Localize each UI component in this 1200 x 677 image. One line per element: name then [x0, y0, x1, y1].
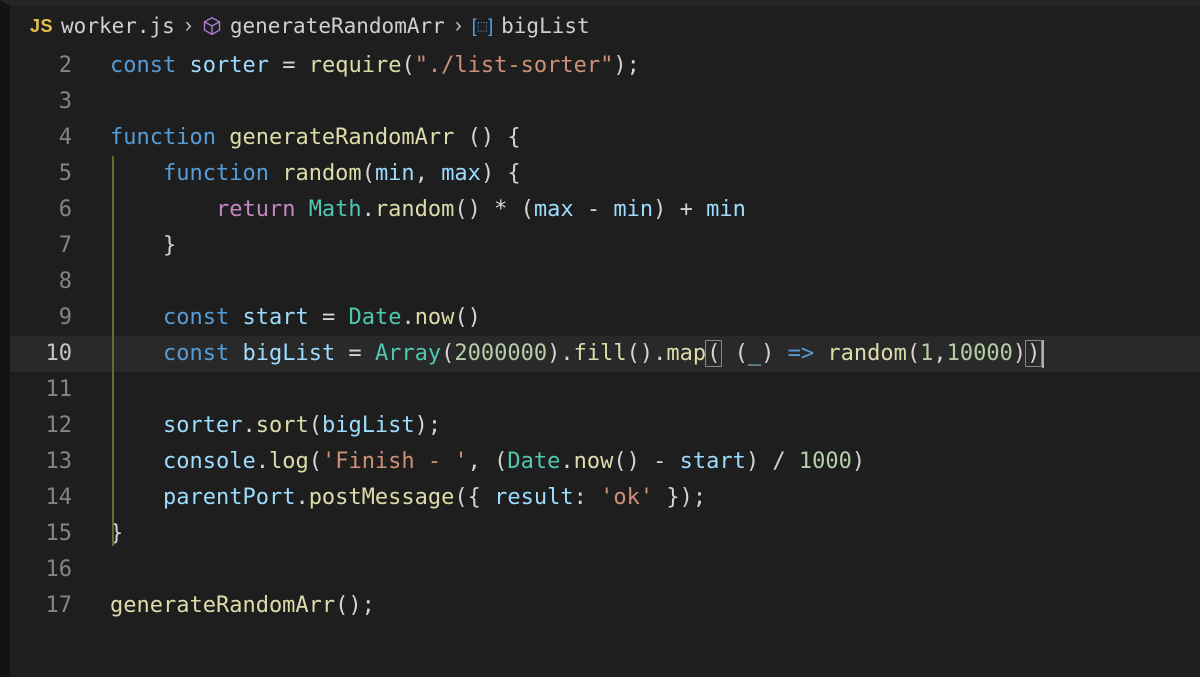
code-line[interactable]: 9 const start = Date.now() [10, 300, 1200, 336]
line-number[interactable]: 16 [10, 552, 90, 588]
code-line[interactable]: 6 return Math.random() * (max - min) + m… [10, 192, 1200, 228]
text-cursor [1042, 340, 1044, 368]
line-number[interactable]: 2 [10, 48, 90, 84]
chevron-right-icon: › [455, 14, 462, 38]
code-content[interactable]: function random(min, max) { [90, 156, 1200, 192]
line-number[interactable]: 17 [10, 588, 90, 624]
code-line[interactable]: 15} [10, 516, 1200, 552]
line-number[interactable]: 5 [10, 156, 90, 192]
line-number[interactable]: 14 [10, 480, 90, 516]
breadcrumb-file[interactable]: worker.js [61, 14, 175, 38]
code-line[interactable]: 13 console.log('Finish - ', (Date.now() … [10, 444, 1200, 480]
code-content[interactable]: const bigList = Array(2000000).fill().ma… [90, 336, 1200, 372]
indent-guide [112, 156, 114, 546]
code-content[interactable]: return Math.random() * (max - min) + min [90, 192, 1200, 228]
breadcrumb-symbol-variable[interactable]: [⬚] bigList [472, 14, 590, 38]
code-line[interactable]: 7 } [10, 228, 1200, 264]
code-editor[interactable]: 2const sorter = require("./list-sorter")… [10, 48, 1200, 677]
line-number[interactable]: 6 [10, 192, 90, 228]
code-line[interactable]: 17generateRandomArr(); [10, 588, 1200, 624]
code-line[interactable]: 2const sorter = require("./list-sorter")… [10, 48, 1200, 84]
line-number[interactable]: 3 [10, 84, 90, 120]
code-content[interactable]: console.log('Finish - ', (Date.now() - s… [90, 444, 1200, 480]
line-number[interactable]: 10 [10, 336, 90, 372]
chevron-right-icon: › [185, 14, 192, 38]
line-number[interactable]: 4 [10, 120, 90, 156]
code-line[interactable]: 14 parentPort.postMessage({ result: 'ok'… [10, 480, 1200, 516]
code-line[interactable]: 11 [10, 372, 1200, 408]
code-line[interactable]: 12 sorter.sort(bigList); [10, 408, 1200, 444]
line-number[interactable]: 8 [10, 264, 90, 300]
code-line[interactable]: 4function generateRandomArr () { [10, 120, 1200, 156]
line-number[interactable]: 7 [10, 228, 90, 264]
breadcrumb-symbol-function[interactable]: generateRandomArr [202, 14, 445, 38]
code-content[interactable]: function generateRandomArr () { [90, 120, 1200, 156]
code-content[interactable]: generateRandomArr(); [90, 588, 1200, 624]
line-number[interactable]: 13 [10, 444, 90, 480]
code-content[interactable]: parentPort.postMessage({ result: 'ok' })… [90, 480, 1200, 516]
line-number[interactable]: 11 [10, 372, 90, 408]
code-content[interactable]: const sorter = require("./list-sorter"); [90, 48, 1200, 84]
code-line[interactable]: 3 [10, 84, 1200, 120]
code-content[interactable]: } [90, 516, 1200, 552]
line-number[interactable]: 15 [10, 516, 90, 552]
variable-icon: [⬚] [472, 16, 493, 37]
function-icon [202, 16, 222, 36]
js-file-icon: JS [30, 16, 53, 37]
code-line[interactable]: 8 [10, 264, 1200, 300]
line-number[interactable]: 12 [10, 408, 90, 444]
code-content[interactable]: } [90, 228, 1200, 264]
code-line[interactable]: 5 function random(min, max) { [10, 156, 1200, 192]
breadcrumb[interactable]: JS worker.js › generateRandomArr › [⬚] b… [10, 6, 1200, 48]
line-number[interactable]: 9 [10, 300, 90, 336]
code-line[interactable]: 16 [10, 552, 1200, 588]
code-content[interactable]: const start = Date.now() [90, 300, 1200, 336]
code-content[interactable]: sorter.sort(bigList); [90, 408, 1200, 444]
code-line[interactable]: 10 const bigList = Array(2000000).fill()… [10, 336, 1200, 372]
